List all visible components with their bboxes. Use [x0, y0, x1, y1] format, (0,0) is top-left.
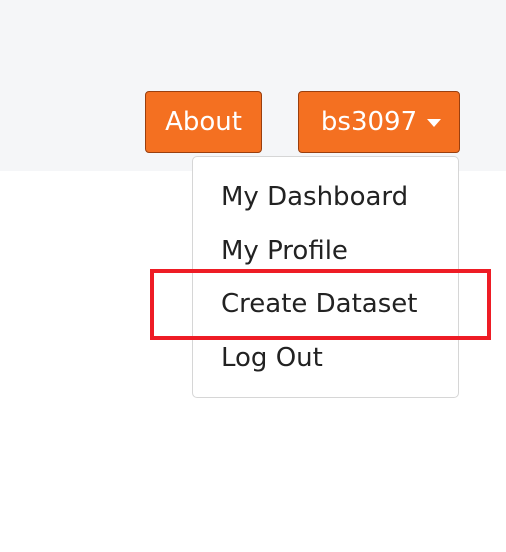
menu-item-my-dashboard[interactable]: My Dashboard — [221, 180, 408, 214]
user-menu-button[interactable]: bs3097 — [298, 91, 460, 153]
user-dropdown-menu: My Dashboard My Profile Create Dataset L… — [192, 156, 459, 398]
navbar: About bs3097 — [0, 0, 506, 171]
caret-down-icon — [427, 119, 442, 127]
about-button[interactable]: About — [145, 91, 262, 153]
menu-item-create-dataset[interactable]: Create Dataset — [221, 287, 417, 321]
menu-item-my-profile[interactable]: My Profile — [221, 234, 348, 268]
user-menu-label: bs3097 — [320, 107, 418, 137]
menu-item-log-out[interactable]: Log Out — [221, 341, 323, 375]
about-button-label: About — [165, 107, 242, 137]
